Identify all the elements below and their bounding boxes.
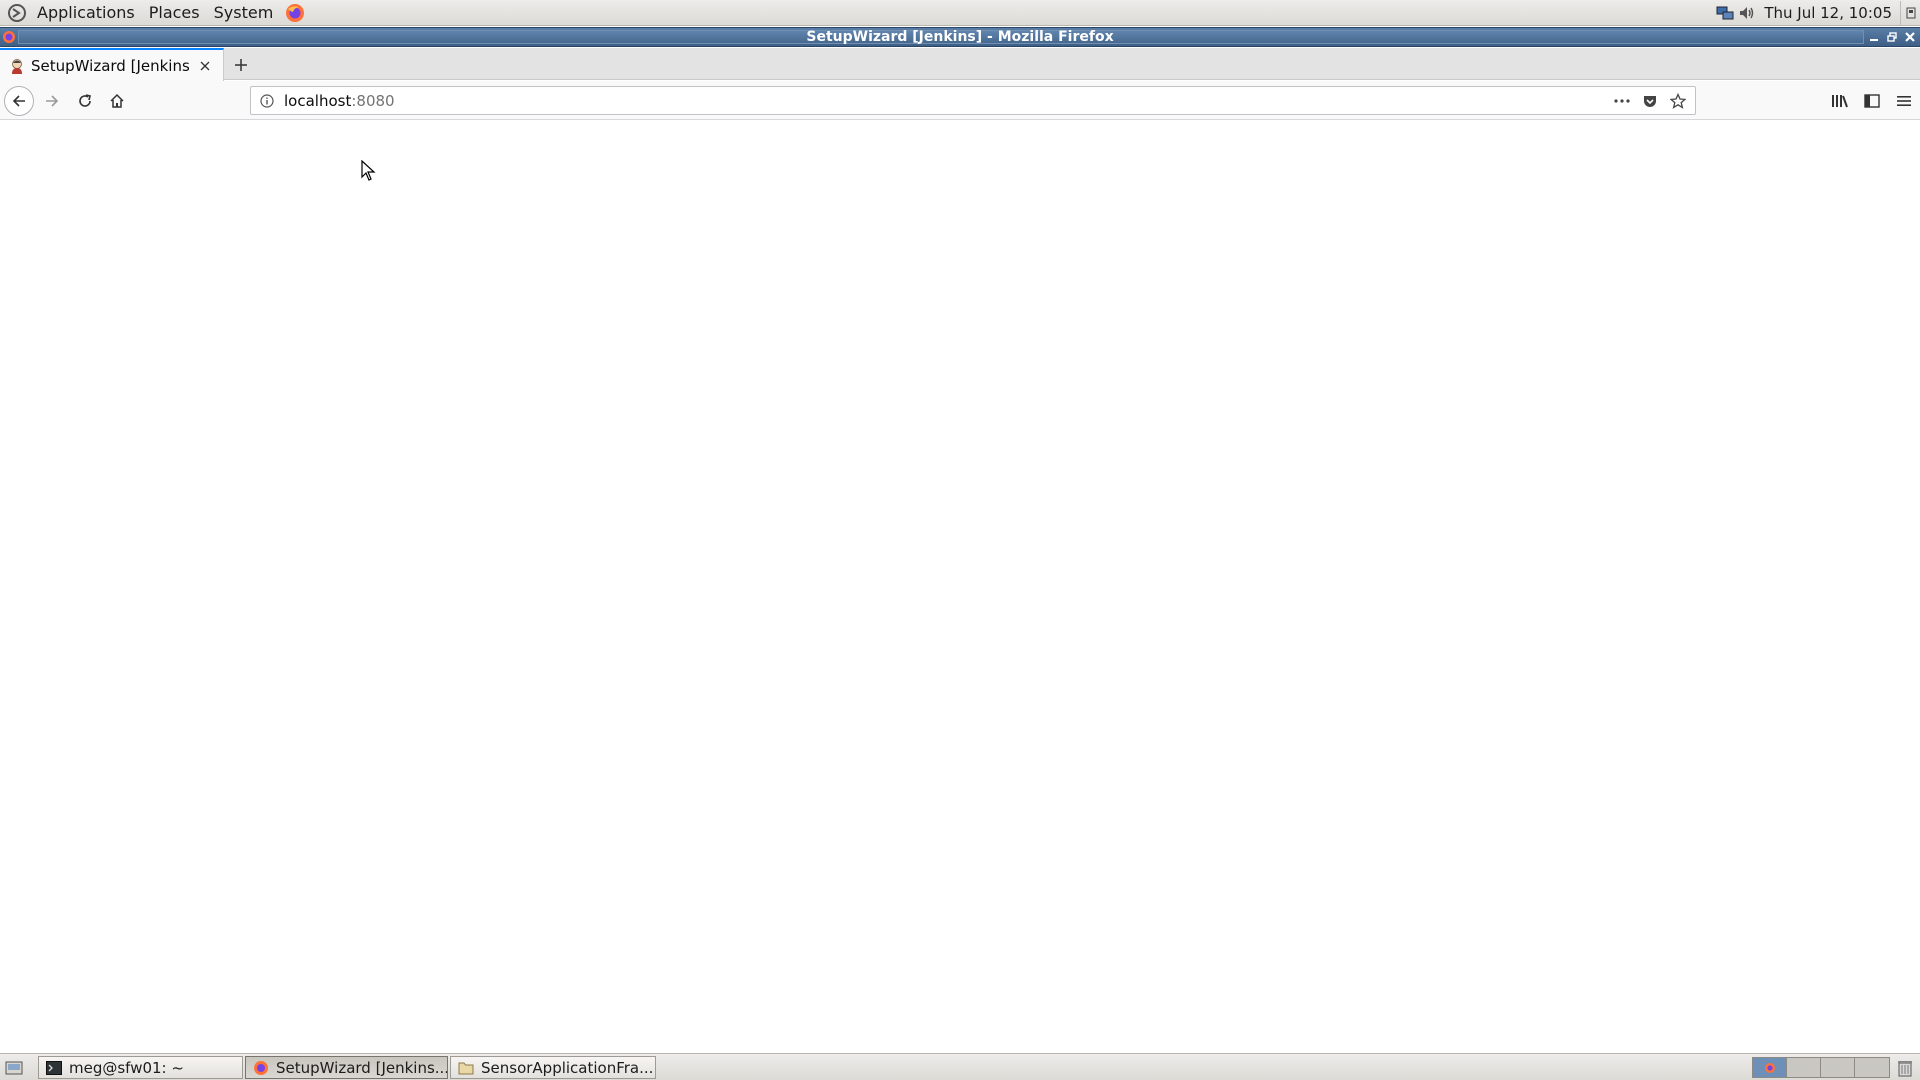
minimize-icon[interactable]: [1866, 28, 1882, 46]
close-tab-icon[interactable]: [195, 56, 215, 76]
top-panel: Applications Places System Thu Jul 12, 1…: [0, 0, 1920, 26]
page-actions-icon[interactable]: [1611, 87, 1633, 114]
url-text[interactable]: localhost:8080: [284, 92, 395, 110]
home-icon[interactable]: [102, 86, 132, 116]
task-folder[interactable]: SensorApplicationFra...: [450, 1056, 656, 1079]
task-label: SensorApplicationFra...: [481, 1058, 654, 1077]
task-label: SetupWizard [Jenkins...: [276, 1058, 448, 1077]
library-icon[interactable]: [1824, 86, 1856, 116]
tab-title: SetupWizard [Jenkins]: [31, 56, 191, 75]
address-bar[interactable]: localhost:8080: [250, 86, 1696, 115]
url-actions: [1611, 87, 1689, 114]
task-label: meg@sfw01: ~: [69, 1058, 184, 1077]
window-controls: [1866, 28, 1918, 46]
show-desktop-icon[interactable]: [2, 1057, 26, 1078]
sidebar-icon[interactable]: [1856, 86, 1888, 116]
folder-icon: [458, 1060, 474, 1076]
task-terminal[interactable]: meg@sfw01: ~: [38, 1056, 243, 1079]
workspace-switcher: [1752, 1057, 1890, 1078]
back-icon[interactable]: [4, 86, 34, 116]
workspace-4[interactable]: [1855, 1058, 1889, 1077]
page-content[interactable]: [0, 121, 1920, 1053]
network-icon[interactable]: [1714, 0, 1736, 26]
task-firefox[interactable]: SetupWizard [Jenkins...: [245, 1056, 448, 1079]
bookmark-star-icon[interactable]: [1667, 87, 1689, 114]
clock[interactable]: Thu Jul 12, 10:05: [1758, 4, 1900, 22]
pocket-icon[interactable]: [1639, 87, 1661, 114]
close-window-icon[interactable]: [1902, 28, 1918, 46]
hamburger-menu-icon[interactable]: [1888, 86, 1920, 116]
restore-icon[interactable]: [1884, 28, 1900, 46]
volume-icon[interactable]: [1736, 0, 1758, 26]
distro-logo-icon[interactable]: [4, 0, 30, 26]
system-tray: Thu Jul 12, 10:05: [1714, 0, 1920, 26]
navigation-toolbar: localhost:8080: [0, 81, 1920, 120]
toolbar-right: [1824, 86, 1920, 116]
firefox-icon: [253, 1060, 269, 1076]
workspace-1[interactable]: [1753, 1058, 1787, 1077]
workspace-2[interactable]: [1787, 1058, 1821, 1077]
workspace-3[interactable]: [1821, 1058, 1855, 1077]
panel-corner-button[interactable]: [1900, 1, 1920, 25]
reload-icon[interactable]: [70, 86, 100, 116]
tab-strip: SetupWizard [Jenkins]: [0, 48, 1920, 81]
trash-icon[interactable]: [1894, 1057, 1916, 1078]
system-menu[interactable]: System: [207, 0, 281, 26]
site-info-icon[interactable]: [254, 87, 280, 114]
jenkins-favicon-icon: [9, 58, 25, 74]
new-tab-icon[interactable]: [228, 52, 254, 78]
url-host: localhost: [284, 91, 352, 110]
bottom-panel: meg@sfw01: ~ SetupWizard [Jenkins... Sen…: [0, 1053, 1920, 1080]
applications-menu[interactable]: Applications: [30, 0, 142, 26]
forward-icon[interactable]: [37, 86, 67, 116]
firefox-launcher-icon[interactable]: [282, 0, 308, 26]
mouse-pointer-icon: [361, 159, 377, 182]
window-titlebar[interactable]: SetupWizard [Jenkins] - Mozilla Firefox: [0, 27, 1920, 47]
tab-setupwizard[interactable]: SetupWizard [Jenkins]: [0, 48, 224, 81]
window-title: SetupWizard [Jenkins] - Mozilla Firefox: [806, 29, 1114, 45]
url-port: :8080: [351, 91, 395, 110]
terminal-icon: [46, 1060, 62, 1076]
places-menu[interactable]: Places: [142, 0, 207, 26]
